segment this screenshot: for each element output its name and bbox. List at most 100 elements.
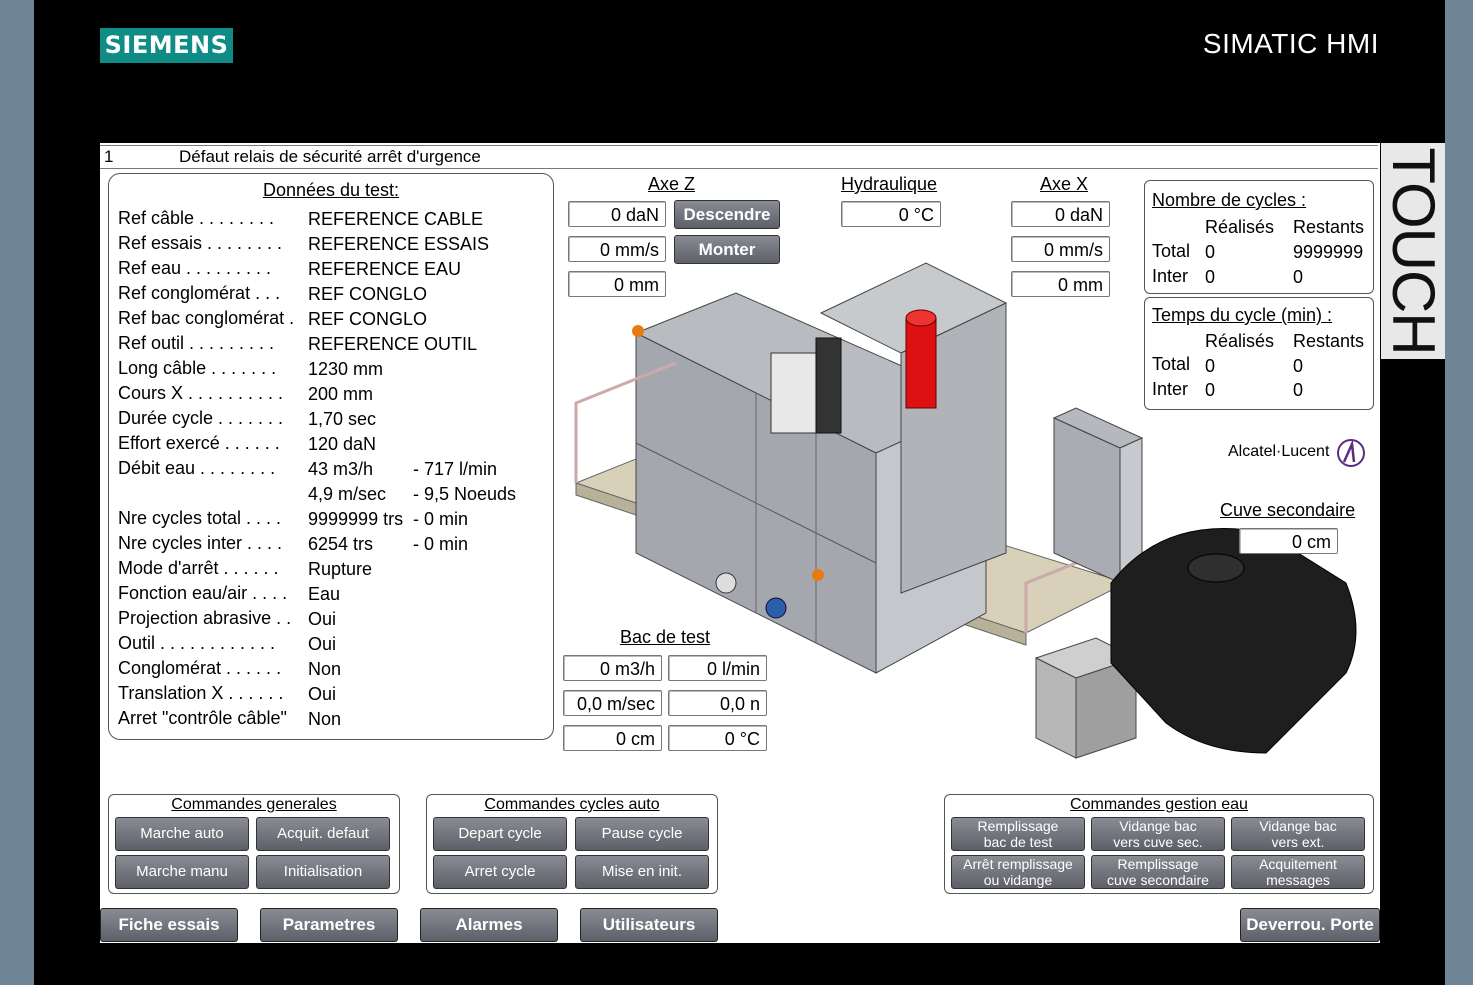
cmd-auto-panel: Commandes cycles auto Depart cycle Pause… — [426, 794, 718, 894]
test-data-extra: - 0 min — [413, 534, 469, 554]
cycles-count-title: Nombre de cycles : — [1152, 190, 1307, 210]
test-data-value: 4,9 m/sec — [308, 484, 387, 504]
test-data-label: Fonction eau/air . . . . — [118, 583, 288, 603]
test-data-value: Oui — [308, 684, 337, 704]
monter-button[interactable]: Monter — [674, 235, 780, 264]
test-data-title: Données du test: — [262, 180, 400, 200]
bac-title: Bac de test — [620, 627, 711, 647]
initialisation-button[interactable]: Initialisation — [256, 855, 390, 889]
cycle-time-title: Temps du cycle (min) : — [1152, 305, 1333, 325]
vidange-bac-cuve-button[interactable]: Vidange bac vers cuve sec. — [1091, 817, 1225, 851]
remplissage-bac-button[interactable]: Remplissage bac de test — [951, 817, 1085, 851]
cycle-time-inter-done: 0 — [1205, 380, 1216, 400]
alarm-number: 1 — [104, 147, 114, 166]
test-data-label: Ref bac conglomérat . — [118, 308, 295, 328]
cycle-time-total-label: Total — [1152, 354, 1191, 374]
test-data-label: Outil . . . . . . . . . . . . — [118, 633, 276, 653]
simatic-hmi-label: SIMATIC HMI — [1202, 28, 1379, 59]
test-data-value: Oui — [308, 609, 337, 629]
axe-z-position-field: 0 mm — [568, 271, 666, 297]
test-data-value: REF CONGLO — [308, 309, 428, 329]
test-data-label: Arret "contrôle câble" — [118, 708, 287, 728]
cycles-count-panel: Nombre de cycles : Réalisés Restants Tot… — [1144, 180, 1374, 294]
alarm-bar[interactable]: 1 Défaut relais de sécurité arrêt d'urge… — [100, 145, 1378, 169]
test-data-label: Débit eau . . . . . . . . — [118, 458, 276, 478]
utilisateurs-button[interactable]: Utilisateurs — [580, 908, 718, 942]
remplissage-cuve-button[interactable]: Remplissage cuve secondaire — [1091, 855, 1225, 889]
cycles-col-left: Restants — [1293, 217, 1365, 237]
test-data-value: Rupture — [308, 559, 373, 579]
test-data-label: Ref eau . . . . . . . . . — [118, 258, 272, 278]
test-data-value: REFERENCE ESSAIS — [308, 234, 490, 254]
test-data-value: REFERENCE CABLE — [308, 209, 484, 229]
test-data-value: Non — [308, 709, 342, 729]
test-data-label: Ref conglomérat . . . — [118, 283, 281, 303]
test-data-value: REFERENCE EAU — [308, 259, 462, 279]
hydraulique-temp-field: 0 °C — [841, 201, 941, 227]
cycle-time-total-done: 0 — [1205, 356, 1216, 376]
test-data-label: Ref câble . . . . . . . . — [118, 208, 275, 228]
bac-level-field: 0 cm — [563, 725, 662, 751]
parametres-button[interactable]: Parametres — [260, 908, 398, 942]
test-data-label: Nre cycles inter . . . . — [118, 533, 283, 553]
bac-knots-field: 0,0 n — [668, 690, 767, 716]
marche-manu-button[interactable]: Marche manu — [115, 855, 249, 889]
axe-z-speed-field: 0 mm/s — [568, 236, 666, 262]
cycles-inter-label: Inter — [1152, 266, 1189, 286]
bac-flow-lmin-field: 0 l/min — [668, 655, 767, 681]
test-data-label: Mode d'arrêt . . . . . . — [118, 558, 279, 578]
fiche-essais-button[interactable]: Fiche essais — [100, 908, 238, 942]
cycles-inter-left: 0 — [1293, 267, 1304, 287]
cycles-inter-done: 0 — [1205, 267, 1216, 287]
arret-cycle-button[interactable]: Arret cycle — [433, 855, 567, 889]
test-data-label: Cours X . . . . . . . . . . — [118, 383, 284, 403]
test-data-value: Non — [308, 659, 342, 679]
axe-x-position-field: 0 mm — [1011, 271, 1110, 297]
test-data-value: Oui — [308, 634, 337, 654]
cmd-auto-title: Commandes cycles auto — [484, 796, 660, 813]
test-data-label: Durée cycle . . . . . . . — [118, 408, 284, 428]
cycle-time-inter-label: Inter — [1152, 379, 1189, 399]
cycle-time-total-left: 0 — [1293, 356, 1304, 376]
deverrou-porte-button[interactable]: Deverrou. Porte — [1240, 908, 1380, 942]
mise-en-init-button[interactable]: Mise en init. — [575, 855, 709, 889]
siemens-logo: SIEMENS — [100, 28, 233, 63]
test-data-label: Ref essais . . . . . . . . — [118, 233, 283, 253]
touch-label: TOUCH — [1380, 143, 1447, 359]
test-data-value: 120 daN — [308, 434, 377, 454]
arret-remplissage-button[interactable]: Arrêt remplissage ou vidange — [951, 855, 1085, 889]
test-data-value: 9999999 trs — [308, 509, 404, 529]
cmd-eau-panel: Commandes gestion eau Remplissage bac de … — [944, 794, 1374, 894]
depart-cycle-button[interactable]: Depart cycle — [433, 817, 567, 851]
test-data-extra: - 717 l/min — [413, 459, 498, 479]
test-data-panel: Données du test: Ref câble . . . . . . .… — [108, 173, 554, 740]
marche-auto-button[interactable]: Marche auto — [115, 817, 249, 851]
acquitement-messages-button[interactable]: Acquitement messages — [1231, 855, 1365, 889]
hmi-screen: 1 Défaut relais de sécurité arrêt d'urge… — [100, 143, 1380, 943]
axe-x-force-field: 0 daN — [1011, 201, 1110, 227]
cmd-general-title: Commandes generales — [171, 796, 337, 813]
pause-cycle-button[interactable]: Pause cycle — [575, 817, 709, 851]
test-data-value: 1230 mm — [308, 359, 384, 379]
acquit-defaut-button[interactable]: Acquit. defaut — [256, 817, 390, 851]
cycle-time-panel: Temps du cycle (min) : Réalisés Restants… — [1144, 297, 1374, 410]
cycles-total-label: Total — [1152, 241, 1191, 261]
test-data-value: Eau — [308, 584, 341, 604]
axe-x-speed-field: 0 mm/s — [1011, 236, 1110, 262]
cuve-level-field: 0 cm — [1239, 528, 1338, 554]
cycle-time-col-left: Restants — [1293, 331, 1365, 351]
alcatel-lucent-icon — [1337, 439, 1365, 467]
vidange-bac-ext-button[interactable]: Vidange bac vers ext. — [1231, 817, 1365, 851]
bac-speed-field: 0,0 m/sec — [563, 690, 662, 716]
cycles-total-left: 9999999 — [1293, 242, 1364, 262]
bac-temp-field: 0 °C — [668, 725, 767, 751]
test-data-label: Conglomérat . . . . . . — [118, 658, 282, 678]
alcatel-lucent-logo: Alcatel·Lucent — [1228, 443, 1330, 460]
test-data-extra: - 0 min — [413, 509, 469, 529]
cycle-time-inter-left: 0 — [1293, 380, 1304, 400]
descendre-button[interactable]: Descendre — [674, 200, 780, 229]
test-data-label: Nre cycles total . . . . — [118, 508, 282, 528]
alarmes-button[interactable]: Alarmes — [420, 908, 558, 942]
test-data-label: Translation X . . . . . . — [118, 683, 284, 703]
test-data-value: 6254 trs — [308, 534, 374, 554]
